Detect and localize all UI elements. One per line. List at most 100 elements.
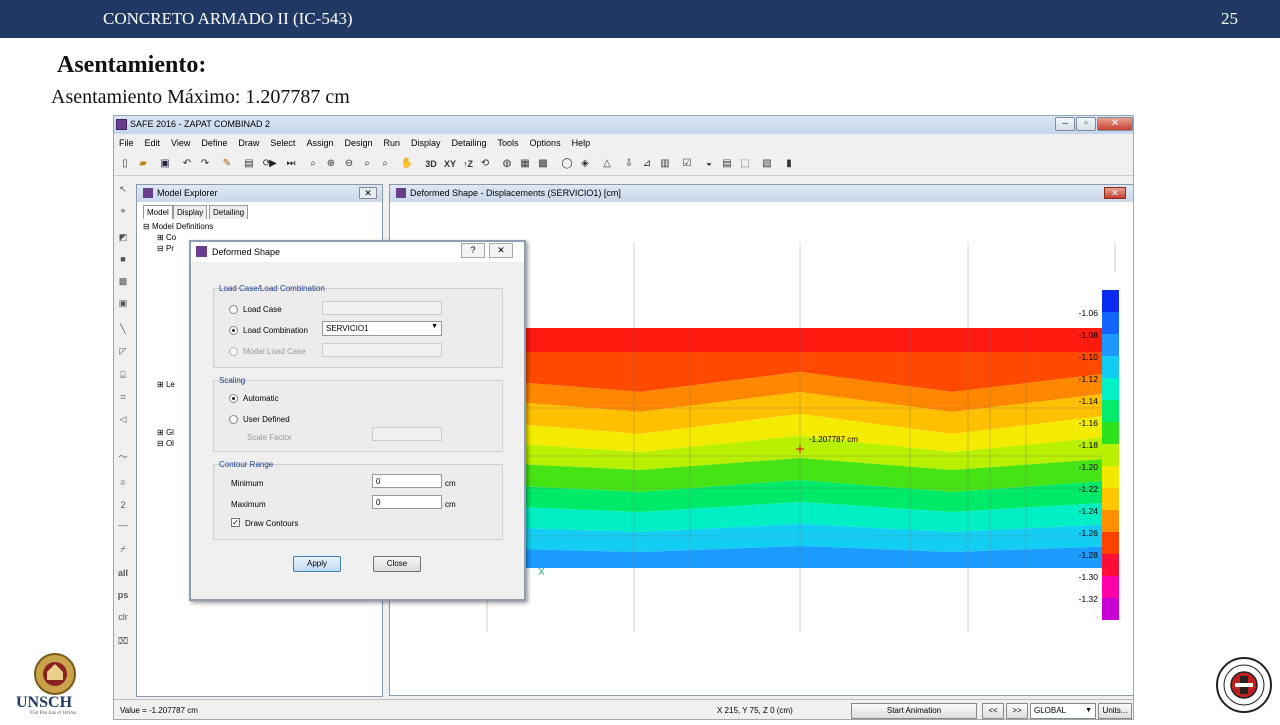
tab-model[interactable]: Model [143,205,173,219]
wall-icon[interactable]: ⌸ [116,368,130,382]
menu-view[interactable]: View [166,135,196,148]
lock-icon[interactable]: ▤ [242,157,256,171]
grid-icon[interactable]: ▦ [518,157,532,171]
menu-help[interactable]: Help [567,135,597,148]
load-case-radio[interactable] [229,305,238,314]
start-animation-button[interactable]: Start Animation [851,703,977,719]
load-combination-select[interactable]: SERVICIO1 ▼ [322,321,442,336]
dash-icon[interactable]: — [116,518,130,532]
view-z-button[interactable]: ↑Z [460,157,476,171]
units-button[interactable]: Units... [1098,703,1132,719]
opening-icon[interactable]: ⌗ [116,390,130,404]
status-bar: Value = -1.207787 cm X 215, Y 75, Z 0 (c… [114,699,1133,719]
point-icon[interactable]: ⌾ [116,476,130,490]
undo-icon[interactable]: ↶ [180,157,194,171]
run-icon[interactable]: ▶ [266,157,280,171]
tendon-icon[interactable]: ◒ [702,157,716,171]
snap-icon[interactable]: ⌿ [116,542,130,556]
menu-run[interactable]: Run [378,135,406,148]
view-xy-button[interactable]: XY [442,157,458,171]
menu-detailing[interactable]: Detailing [447,135,493,148]
table-icon[interactable]: ▤ [720,157,734,171]
intersect-icon[interactable]: ⌧ [116,634,130,648]
tab-detailing[interactable]: Detailing [209,205,249,219]
select-all-button[interactable]: all [116,566,130,580]
menu-draw[interactable]: Draw [233,135,265,148]
restore-button[interactable]: ▫ [1076,117,1096,131]
reshape-icon[interactable]: ⌖ [116,204,130,218]
save-icon[interactable]: ▣ [158,157,172,171]
chart-icon[interactable]: ▧ [760,157,774,171]
modal-load-case-select[interactable] [322,343,442,357]
pan-icon[interactable]: ✋ [400,157,414,171]
coordinate-system-select[interactable]: GLOBAL ▼ [1030,703,1096,719]
menu-tools[interactable]: Tools [493,135,525,148]
explorer-close-button[interactable]: ✕ [359,187,377,199]
load-icon[interactable]: ⇩ [622,157,636,171]
circle-icon[interactable]: ◯ [560,157,574,171]
zoom-out-icon[interactable]: ⊖ [342,157,356,171]
tab-display[interactable]: Display [173,205,208,219]
zoom-in-icon[interactable]: ⊕ [324,157,338,171]
display-icon[interactable]: ▩ [536,157,550,171]
draw-contours-checkbox[interactable]: ✓ [231,518,240,527]
tree-item-root[interactable]: ⊟ Model Definitions [143,221,213,232]
modal-load-case-radio[interactable] [229,347,238,356]
line-icon[interactable]: ╲ [116,322,130,336]
triangle-icon[interactable]: △ [600,157,614,171]
beam-icon[interactable]: ◸ [116,344,130,358]
zoom-window-icon[interactable]: ⌕ [306,157,320,171]
automatic-radio[interactable] [229,394,238,403]
slab-icon[interactable]: ▩ [116,274,130,288]
pointer-icon[interactable]: ↖ [116,182,130,196]
clear-selection-button[interactable]: clr [116,610,130,624]
menu-assign[interactable]: Assign [301,135,339,148]
scale-factor-input[interactable] [372,427,442,441]
minimum-input[interactable]: 0 [372,474,442,488]
deformed-icon[interactable]: ◈ [578,157,592,171]
ramp-icon[interactable]: ◁ [116,412,130,426]
minimize-button[interactable]: – [1055,117,1075,131]
image-icon[interactable]: ▥ [658,157,672,171]
view-3d-button[interactable]: 3D [422,157,440,171]
menu-define[interactable]: Define [196,135,233,148]
menu-display[interactable]: Display [406,135,447,148]
menu-file[interactable]: File [114,135,140,148]
check-icon[interactable]: ☑ [680,157,694,171]
previous-step-button[interactable]: << [982,703,1004,719]
load-case-select[interactable] [322,301,442,315]
menu-edit[interactable]: Edit [140,135,167,148]
close-button[interactable]: Close [373,556,421,572]
legend-label: -1.20 [1079,462,1099,472]
column-icon[interactable]: ▣ [116,296,130,310]
menu-options[interactable]: Options [525,135,567,148]
rectangle-icon[interactable]: ■ [116,252,130,266]
dialog-help-button[interactable]: ? [461,243,485,258]
wave-icon[interactable]: 〜 [116,450,130,464]
maximum-input[interactable]: 0 [372,495,442,509]
pencil-icon[interactable]: ✎ [220,157,234,171]
zoom-extents-icon[interactable]: ⌕ [360,157,374,171]
previous-selection-button[interactable]: ps [116,588,130,602]
dimension-icon[interactable]: 2 [116,498,130,512]
apply-button[interactable]: Apply [293,556,341,572]
load-combination-radio[interactable] [229,326,238,335]
zoom-previous-icon[interactable]: ⌕ [378,157,392,171]
perspective-icon[interactable]: ◍ [500,157,514,171]
rotate-icon[interactable]: ⟲ [478,157,492,171]
dialog-close-x-button[interactable]: ✕ [489,243,513,258]
draw-area-icon[interactable]: ◩ [116,230,130,244]
next-step-button[interactable]: >> [1006,703,1028,719]
new-file-icon[interactable]: ▯ [118,157,132,171]
book-icon[interactable]: ▮ [782,157,796,171]
menu-select[interactable]: Select [265,135,301,148]
user-defined-radio[interactable] [229,415,238,424]
dashed-box-icon[interactable]: ⬚ [738,157,752,171]
close-app-button[interactable]: ✕ [1097,117,1133,131]
viewport-close-button[interactable]: ✕ [1104,187,1126,199]
run-all-icon[interactable]: ⏭ [284,157,298,171]
reaction-icon[interactable]: ⊿ [640,157,654,171]
menu-design[interactable]: Design [339,135,378,148]
open-folder-icon[interactable]: ▰ [136,157,150,171]
redo-icon[interactable]: ↷ [198,157,212,171]
